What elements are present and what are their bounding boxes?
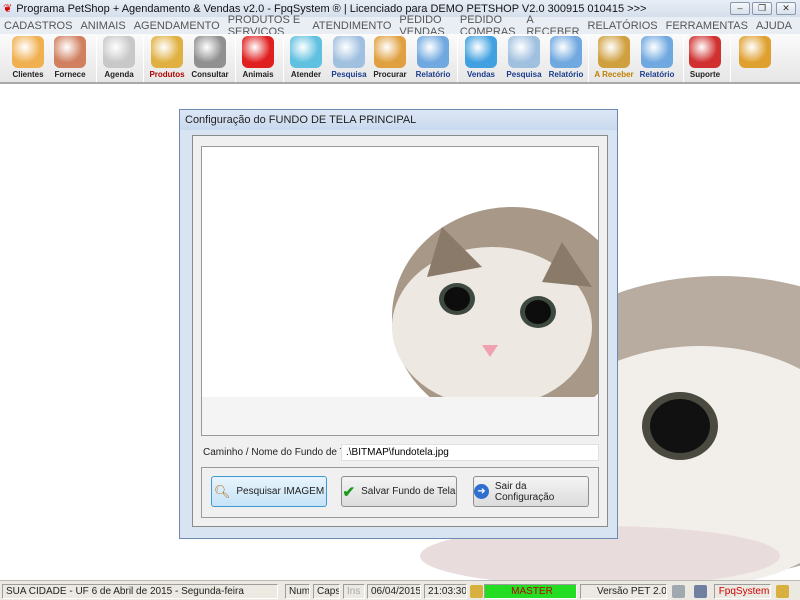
toolbar-label: Clientes [12,70,44,79]
cat-preview-image [202,207,598,435]
toolbar-label: Pesquisa [506,70,542,79]
toolbar-button-exit-16[interactable] [733,36,777,82]
toolbar-button-agenda-2[interactable]: Agenda [97,36,141,82]
toolbar-button-relat-rio-9[interactable]: Relatório [411,36,455,82]
toolbar-label: Procurar [373,70,407,79]
toolbar-label: Produtos [149,70,185,79]
toolbar-button-produtos-3[interactable]: Produtos [145,36,189,82]
monitor-icon [465,36,497,68]
printer-report-icon [641,36,673,68]
menu-bar: CADASTROS ANIMAIS AGENDAMENTO PRODUTOS E SE… [0,14,800,38]
path-label: Caminho / Nome do Fundo de Tela [203,447,358,458]
status-date: 06/04/2015 [367,584,421,599]
arrow-right-circle-icon: ➜ [474,484,489,499]
toolbar-label: Fornece [54,70,86,79]
toolbar-label: Relatório [548,70,584,79]
toolbar-button-suporte-15[interactable]: Suporte [683,36,727,82]
close-button[interactable]: ✕ [776,2,796,15]
status-location-date: SUA CIDADE - UF 6 de Abril de 2015 - Seg… [2,584,278,599]
magnifier-icon: 🔍︎ [213,483,231,499]
status-bar: SUA CIDADE - UF 6 de Abril de 2015 - Seg… [0,580,800,600]
menu-item-atendimento[interactable]: ATENDIMENTO [312,20,391,32]
toolbar-label: A Receber [594,70,634,79]
toolbar-label: Vendas [466,70,495,79]
menu-item-ajuda[interactable]: AJUDA [756,20,792,32]
toolbar-separator [588,36,589,82]
users-icon [12,36,44,68]
computer-icon[interactable] [694,585,707,598]
save-background-label: Salvar Fundo de Tela [361,486,456,497]
exit-config-label: Sair da Configuração [494,480,555,503]
toolbar-button-a-receber-13[interactable]: A Receber [592,36,636,82]
dialog-title: Configuração do FUNDO DE TELA PRINCIPAL [180,110,617,130]
toolbar-button-animais-5[interactable]: Animais [236,36,280,82]
toolbar-label: Relatório [639,70,675,79]
user-icon [470,585,483,598]
app-paw-icon: ❦ [3,3,13,15]
printer-report-icon [550,36,582,68]
save-background-button[interactable]: ✔ Salvar Fundo de Tela [341,476,457,507]
status-caps: Caps [313,584,340,599]
paw-cross-icon [290,36,322,68]
toolbar-button-clientes-0[interactable]: Clientes [6,36,50,82]
exit-config-button[interactable]: ➜ Sair da Configuração [473,476,589,507]
toolbar-button-relat-rio-12[interactable]: Relatório [544,36,588,82]
button-group: 🔍︎ Pesquisar IMAGEM ✔ Salvar Fundo de Te… [201,467,599,518]
image-preview [201,146,599,436]
toolbar-button-relat-rio-14[interactable]: Relatório [635,36,679,82]
checkmark-icon: ✔ [342,483,356,501]
printer-report-icon [417,36,449,68]
toolbar-label: Pesquisa [331,70,367,79]
toolbar-button-pesquisa-7[interactable]: Pesquisa [327,36,371,82]
dialog-panel: Caminho / Nome do Fundo de Tela 🔍︎ Pesqu… [192,135,608,527]
search-image-label: Pesquisar IMAGEM [236,486,325,497]
toolbar-label: Agenda [104,70,134,79]
menu-item-agendamento[interactable]: AGENDAMENTO [134,20,220,32]
file-drawer-icon [374,36,406,68]
menu-item-relat-rios[interactable]: RELATÓRIOS [588,20,658,32]
menu-item-ferramentas[interactable]: FERRAMENTAS [666,20,748,32]
money-icon [598,36,630,68]
toolbar-button-consultar-4[interactable]: Consultar [188,36,232,82]
toolbar-label: Suporte [689,70,721,79]
supplier-person-icon [54,36,86,68]
barcode-icon [194,36,226,68]
status-ins: Ins [343,584,365,599]
status-user: MASTER [484,584,577,599]
exit-door-icon [739,36,771,68]
toolbar-label: Animais [242,70,274,79]
toolbar-button-procurar-8[interactable]: Procurar [368,36,412,82]
user-icon-2 [776,585,789,598]
toolbar-label: Relatório [415,70,451,79]
toolbar-label: Consultar [191,70,229,79]
search-image-button[interactable]: 🔍︎ Pesquisar IMAGEM [211,476,327,507]
paw-red-icon [242,36,274,68]
minimize-button[interactable]: – [730,2,750,15]
toolbar-separator [730,36,731,82]
status-num: Num [285,584,310,599]
toolbar-button-fornece-1[interactable]: Fornece [48,36,92,82]
boxes-icon [151,36,183,68]
printer-icon[interactable] [672,585,685,598]
toolbar-separator [143,36,144,82]
toolbar-label: Atender [290,70,322,79]
toolbar-button-atender-6[interactable]: Atender [284,36,328,82]
background-config-dialog: Configuração do FUNDO DE TELA PRINCIPAL … [179,109,618,539]
toolbar-button-pesquisa-11[interactable]: Pesquisa [502,36,546,82]
path-input[interactable] [341,444,599,461]
menu-item-animais[interactable]: ANIMAIS [80,20,125,32]
restore-button[interactable]: ❐ [752,2,772,15]
document-search-icon [508,36,540,68]
support-headset-icon [689,36,721,68]
status-time: 21:03:30 [424,584,467,599]
status-version: Versão PET 2.0 [580,584,667,599]
toolbar-separator [457,36,458,82]
status-brand: FpqSystem [714,584,771,599]
menu-item-cadastros[interactable]: CADASTROS [4,20,72,32]
calendar-clock-icon [103,36,135,68]
document-search-icon [333,36,365,68]
toolbar: Clientes Fornece Agenda Produtos Consultar An… [0,34,800,84]
toolbar-button-vendas-10[interactable]: Vendas [459,36,503,82]
